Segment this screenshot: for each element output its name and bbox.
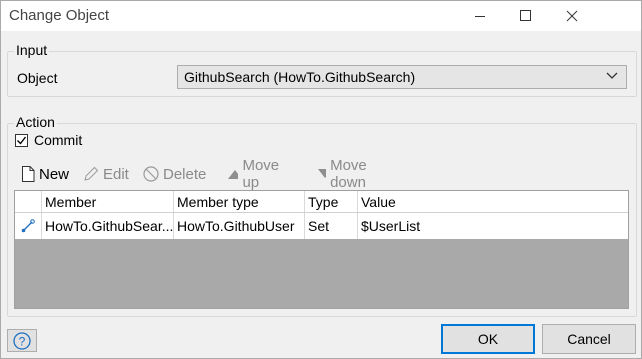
- move-up-label: Move up: [242, 157, 280, 191]
- action-group-label: Action: [14, 114, 57, 130]
- table-row[interactable]: HowTo.GithubSear... HowTo.GithubUser Set…: [15, 213, 628, 239]
- column-header-member-type[interactable]: Member type: [174, 191, 305, 212]
- svg-text:?: ?: [19, 334, 26, 348]
- column-header-type[interactable]: Type: [305, 191, 358, 212]
- commit-label: Commit: [34, 132, 83, 148]
- help-button[interactable]: ?: [7, 329, 37, 352]
- delete-button[interactable]: Delete: [143, 163, 206, 185]
- move-down-button[interactable]: Move down: [317, 157, 374, 191]
- edit-button[interactable]: Edit: [83, 163, 129, 185]
- cell-value: $UserList: [361, 218, 421, 234]
- triangle-up-icon: [228, 170, 239, 179]
- pencil-icon: [84, 166, 99, 181]
- new-label: New: [39, 165, 70, 183]
- cancel-button[interactable]: Cancel: [542, 324, 636, 354]
- grid-header: Member Member type Type Value: [15, 191, 628, 213]
- new-button[interactable]: New: [21, 163, 69, 185]
- minimize-button[interactable]: [457, 1, 503, 31]
- association-icon: [21, 219, 35, 233]
- edit-label: Edit: [103, 165, 129, 183]
- checkmark-icon: [17, 136, 27, 145]
- column-header-member[interactable]: Member: [42, 191, 174, 212]
- commit-checkbox[interactable]: [15, 133, 28, 147]
- ok-button[interactable]: OK: [441, 324, 535, 354]
- object-label: Object: [17, 70, 58, 86]
- delete-icon: [143, 166, 159, 182]
- cell-type: Set: [305, 213, 358, 239]
- object-dropdown[interactable]: GithubSearch (HowTo.GithubSearch): [177, 65, 627, 89]
- triangle-down-icon: [318, 169, 327, 178]
- input-group-label: Input: [14, 42, 50, 58]
- cell-member-type: HowTo.GithubUser: [174, 213, 305, 239]
- maximize-icon: [520, 10, 531, 21]
- minimize-icon: [475, 16, 485, 17]
- column-header-value[interactable]: Value: [358, 191, 628, 212]
- members-grid: Member Member type Type Value HowTo.Gith…: [14, 190, 629, 309]
- title-bar: Change Object: [1, 1, 641, 31]
- delete-label: Delete: [163, 165, 207, 183]
- new-document-icon: [22, 166, 35, 182]
- object-dropdown-value: GithubSearch (HowTo.GithubSearch): [184, 69, 416, 85]
- maximize-button[interactable]: [503, 1, 549, 31]
- grid-header-icon-cell: [15, 191, 42, 212]
- help-icon: ?: [13, 331, 31, 350]
- change-object-dialog: Change Object Input Object GithubSearch …: [0, 0, 642, 359]
- move-down-label: Move down: [330, 157, 367, 191]
- cell-member: HowTo.GithubSear...: [42, 213, 174, 239]
- row-icon-cell: [15, 213, 42, 239]
- chevron-down-icon: [606, 72, 618, 79]
- window-title: Change Object: [9, 7, 110, 24]
- close-button[interactable]: [549, 1, 595, 31]
- commit-checkbox-row[interactable]: Commit: [15, 132, 82, 148]
- move-up-button[interactable]: Move up: [227, 157, 284, 191]
- close-icon: [566, 10, 578, 22]
